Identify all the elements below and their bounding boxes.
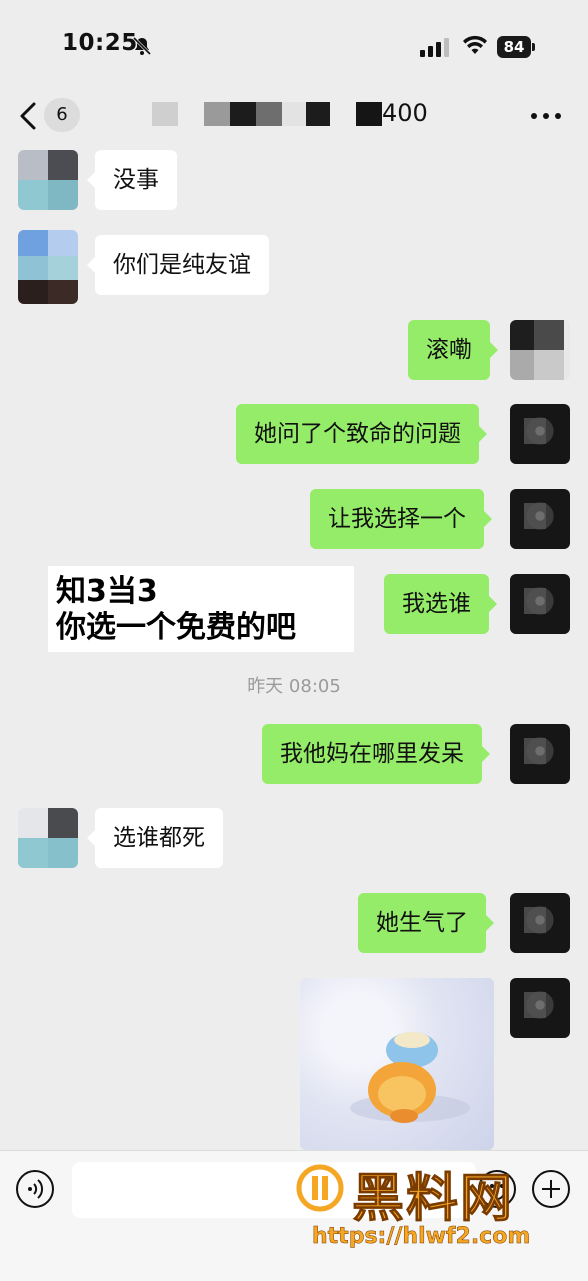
message-bubble[interactable]: 选谁都死: [87, 808, 223, 868]
watermark-text: 黑料网: [351, 1169, 515, 1230]
wifi-icon: [463, 35, 487, 54]
battery-level: 84: [497, 36, 531, 58]
contact-avatar[interactable]: [18, 808, 78, 868]
caption-overlay: 知3当3 你选一个免费的吧: [48, 566, 354, 652]
voice-input-button[interactable]: [16, 1170, 54, 1208]
chat-title: 400: [150, 96, 440, 136]
back-button[interactable]: 6: [18, 98, 88, 134]
plus-icon: [542, 1180, 560, 1198]
my-avatar[interactable]: [510, 724, 570, 784]
signal-icon: [420, 38, 449, 57]
message-bubble[interactable]: 我选谁: [384, 574, 497, 634]
caption-line-2: 你选一个免费的吧: [56, 610, 296, 645]
watermark-url: https://hlwf2.com: [312, 1224, 531, 1250]
message-bubble[interactable]: 没事: [87, 150, 177, 210]
contact-avatar[interactable]: [18, 150, 78, 210]
plus-button[interactable]: [532, 1170, 570, 1208]
status-time: 10:25: [62, 30, 138, 56]
chat-title-suffix: 400: [382, 99, 428, 127]
watermark-logo-icon: [296, 1164, 344, 1212]
my-avatar[interactable]: [510, 489, 570, 549]
caption-line-1: 知3当3: [56, 574, 158, 609]
my-avatar[interactable]: [510, 893, 570, 953]
message-bubble[interactable]: 我他妈在哪里发呆: [262, 724, 490, 784]
my-avatar[interactable]: [510, 978, 570, 1038]
my-avatar[interactable]: [510, 320, 570, 380]
message-bubble[interactable]: 她问了个致命的问题: [236, 404, 487, 464]
message-bubble[interactable]: 让我选择一个: [310, 489, 492, 549]
my-avatar[interactable]: [510, 404, 570, 464]
my-avatar[interactable]: [510, 574, 570, 634]
message-bubble[interactable]: 滚嘞: [408, 320, 498, 380]
message-timestamp: 昨天 08:05: [247, 676, 341, 697]
sticker-image[interactable]: [300, 978, 494, 1150]
message-bubble[interactable]: 她生气了: [358, 893, 494, 953]
message-bubble[interactable]: 你们是纯友谊: [87, 235, 269, 295]
more-icon[interactable]: [528, 104, 564, 128]
chevron-left-icon: [20, 102, 36, 130]
bell-muted-icon: [132, 36, 152, 56]
battery-icon: 84: [497, 36, 537, 58]
unread-count-badge: 6: [44, 98, 80, 132]
voice-icon: [28, 1179, 44, 1199]
contact-avatar[interactable]: [18, 230, 78, 304]
